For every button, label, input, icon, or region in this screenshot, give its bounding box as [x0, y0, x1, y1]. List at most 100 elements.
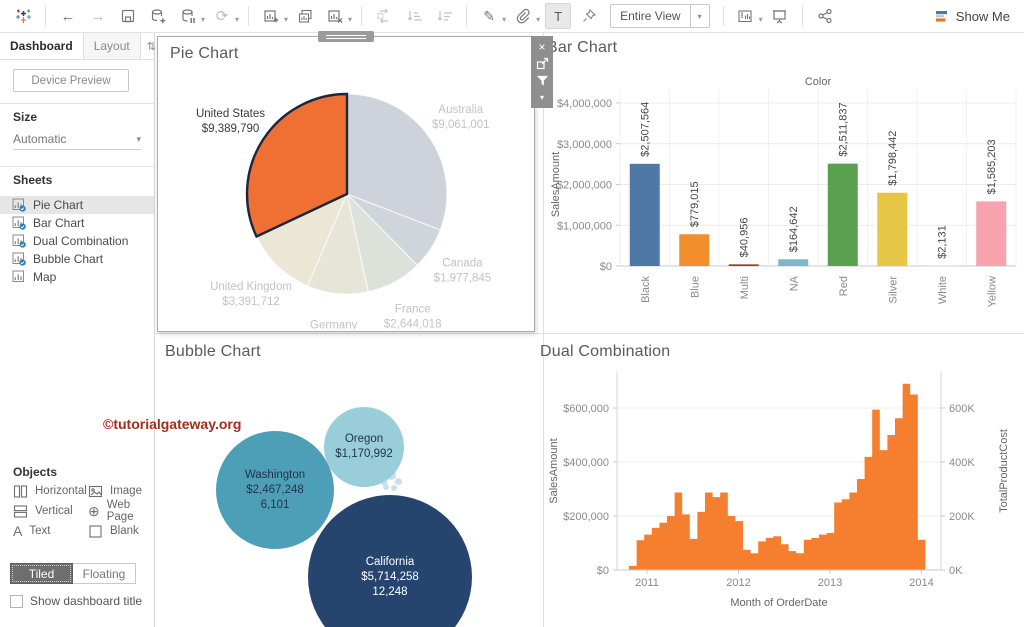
clear-sheet-icon[interactable] [323, 4, 347, 28]
bubble-small[interactable] [394, 477, 402, 485]
svg-text:Month of OrderDate: Month of OrderDate [730, 597, 827, 609]
blank-icon [89, 524, 102, 538]
save-icon[interactable] [116, 4, 140, 28]
show-dashboard-title-label: Show dashboard title [30, 594, 143, 608]
new-data-source-icon[interactable] [146, 4, 170, 28]
sheet-item-map[interactable]: Map [0, 268, 154, 286]
tab-dashboard[interactable]: Dashboard [0, 33, 83, 59]
share-workbook-icon[interactable] [813, 4, 837, 28]
object-text[interactable]: A Text [13, 522, 50, 540]
new-worksheet-icon[interactable] [259, 4, 283, 28]
size-dropdown[interactable]: Automatic ▾ [13, 129, 141, 150]
sheet-item-label: Bubble Chart [33, 252, 104, 266]
bubble-washington[interactable]: Washington $2,467,248 6,101 [216, 431, 334, 549]
svg-text:SalesAmount: SalesAmount [550, 152, 562, 217]
bar-white[interactable] [926, 265, 957, 267]
bar-yellow[interactable] [976, 201, 1007, 266]
tab-layout[interactable]: Layout [82, 33, 141, 59]
svg-text:Silver: Silver [887, 276, 899, 304]
tableau-logo-icon[interactable] [11, 4, 35, 28]
fit-dropdown[interactable]: Entire View ▾ [610, 4, 710, 28]
toolbar-separator [361, 6, 363, 26]
caret-down-icon[interactable]: ▾ [536, 15, 540, 24]
bar-chart[interactable]: $0 $1,000,000 $2,000,000 $3,000,000 $4,000,0… [545, 33, 1024, 333]
caret-down-icon[interactable]: ▾ [689, 5, 709, 27]
pie-chart-window[interactable]: Pie Chart Australia $9,061,001 Canada $1,97… [157, 31, 553, 346]
caret-down-icon[interactable]: ▾ [540, 90, 544, 105]
presentation-mode-icon[interactable] [768, 4, 792, 28]
object-vertical[interactable]: Vertical [13, 502, 73, 520]
bubble-small[interactable] [391, 485, 397, 491]
caret-down-icon[interactable]: ▾ [502, 15, 506, 24]
filter-icon[interactable] [536, 73, 549, 88]
bubble-small[interactable] [383, 484, 389, 490]
svg-text:$1,977,845: $1,977,845 [434, 273, 492, 285]
group-members-paperclip-icon[interactable] [511, 4, 535, 28]
quadrant-divider-vertical [543, 33, 544, 627]
window-drag-grip[interactable] [318, 31, 374, 42]
tiled-button[interactable]: Tiled [10, 563, 73, 584]
sort-descending-icon[interactable] [432, 4, 456, 28]
worksheet-icon [12, 270, 24, 282]
worksheet-icon [12, 216, 26, 230]
tableau-app: { "icons": { "undo": "←", "redo": "→", "… [0, 0, 1024, 627]
bar-na[interactable] [778, 259, 809, 266]
image-icon [88, 485, 103, 497]
svg-text:Yellow: Yellow [986, 276, 998, 307]
show-dashboard-title-checkbox[interactable] [10, 594, 23, 608]
caret-down-icon[interactable]: ▾ [235, 15, 239, 24]
svg-text:$1,798,442: $1,798,442 [887, 131, 899, 186]
sheet-item-dual-combination[interactable]: Dual Combination [0, 232, 154, 250]
bar-red[interactable] [827, 163, 858, 266]
caret-down-icon[interactable]: ▾ [284, 15, 288, 24]
swap-rows-columns-icon[interactable] [372, 4, 396, 28]
show-hide-cards-icon[interactable] [734, 4, 758, 28]
bubble-california[interactable]: California $5,714,258 12,248 [308, 495, 472, 627]
object-blank[interactable]: Blank [88, 522, 139, 540]
refresh-icon[interactable]: ⟳ [210, 4, 234, 28]
toolbar-separator [248, 6, 250, 26]
bubble-oregon[interactable]: Oregon $1,170,992 [324, 407, 404, 487]
show-mark-labels-icon[interactable]: T [545, 3, 572, 29]
object-web-page[interactable]: ⊕ Web Page [88, 499, 154, 523]
floating-button[interactable]: Floating [73, 563, 136, 584]
pie-chart-title: Pie Chart [170, 45, 239, 62]
size-value: Automatic [13, 132, 67, 146]
redo-icon[interactable]: → [86, 4, 110, 28]
object-image[interactable]: Image [88, 482, 142, 500]
show-me-button[interactable]: Show Me [935, 9, 1016, 24]
caret-down-icon[interactable]: ▾ [759, 15, 763, 24]
fix-axes-pin-icon[interactable] [577, 4, 601, 28]
object-label: Vertical [35, 505, 73, 517]
caret-down-icon[interactable]: ▾ [348, 15, 352, 24]
object-horizontal[interactable]: Horizontal [13, 482, 87, 500]
dual-combination-chart[interactable]: $0 0K $200,000 200K $400,000 400K $600,000 600K… [545, 335, 1024, 627]
svg-text:Blue: Blue [689, 276, 701, 298]
sheet-item-bubble-chart[interactable]: Bubble Chart [0, 250, 154, 268]
go-to-sheet-icon[interactable] [536, 56, 549, 71]
caret-down-icon[interactable]: ▾ [201, 15, 205, 24]
pie-chart[interactable]: Australia $9,061,001 Canada $1,977,845 Franc… [158, 37, 534, 346]
close-icon[interactable]: × [538, 39, 545, 54]
undo-icon[interactable]: ← [56, 4, 80, 28]
pause-auto-updates-icon[interactable] [176, 4, 200, 28]
svg-text:$200,000: $200,000 [563, 511, 609, 523]
show-me-label: Show Me [955, 8, 1010, 24]
highlight-pencil-icon[interactable]: ✎ [477, 4, 501, 28]
bar-black[interactable] [629, 163, 660, 266]
bar-multi[interactable] [728, 264, 759, 266]
bubble-label: California [365, 555, 415, 568]
device-preview-button[interactable]: Device Preview [13, 69, 129, 92]
duplicate-sheet-icon[interactable] [293, 4, 317, 28]
dual-area-series[interactable] [629, 383, 926, 570]
toolbar-separator [801, 6, 803, 26]
sort-ascending-icon[interactable] [402, 4, 426, 28]
sheet-item-pie-chart[interactable]: Pie Chart [0, 196, 154, 214]
layout-mode-buttons: Tiled Floating [10, 563, 136, 584]
globe-icon: ⊕ [88, 502, 100, 519]
sheet-item-bar-chart[interactable]: Bar Chart [0, 214, 154, 232]
dashboard-canvas: Bar Chart $0 $1,000,000 $2,000,000 $3,000,0… [155, 31, 1024, 627]
bar-silver[interactable] [877, 192, 908, 266]
show-me-icon [935, 10, 947, 22]
bar-blue[interactable] [679, 234, 710, 266]
